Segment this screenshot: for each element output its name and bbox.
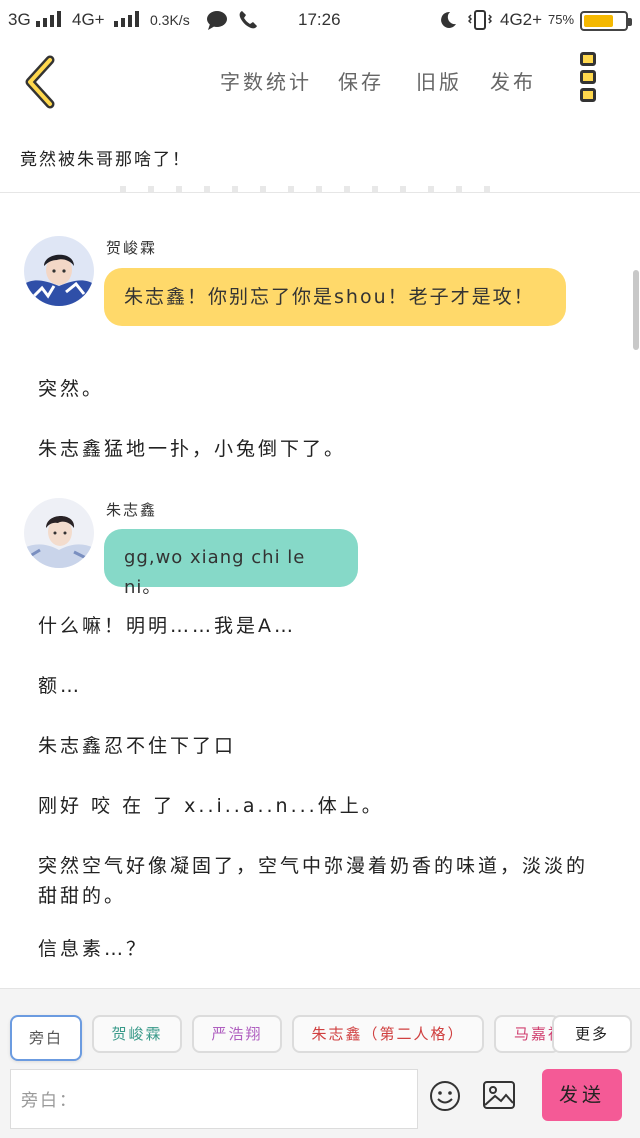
back-button[interactable] (20, 54, 64, 110)
old-version-button[interactable]: 旧版 (416, 66, 462, 95)
narration-text[interactable]: 额… (38, 671, 82, 701)
battery-icon (580, 11, 632, 31)
character-chip[interactable]: 马嘉祺 (494, 1015, 560, 1053)
avatar[interactable] (24, 498, 94, 568)
do-not-disturb-icon (438, 10, 458, 35)
signal-icon (114, 10, 140, 30)
image-icon[interactable] (482, 1079, 516, 1115)
more-menu-button[interactable] (578, 52, 600, 110)
chapter-title[interactable]: 竟然被朱哥那啥了！ (20, 145, 191, 170)
network-type-2: 4G+ (72, 10, 105, 29)
avatar[interactable] (24, 236, 94, 306)
word-count-button[interactable]: 字数统计 (220, 66, 312, 95)
menu-dot-icon (580, 70, 596, 84)
signal-icon (36, 10, 62, 30)
vibrate-icon (467, 10, 493, 35)
phone-icon (238, 10, 258, 35)
network-speed: 0.3K/s (150, 12, 190, 28)
character-chip[interactable]: 贺峻霖 (92, 1015, 182, 1053)
clock: 17:26 (298, 10, 341, 29)
chevron-left-icon (25, 55, 55, 109)
dialogue-bubble[interactable]: gg,wo xiang chi le ni。 (104, 529, 358, 598)
battery-tip (628, 18, 632, 26)
status-bar: 3G 4G+ 0.3K/s 17:26 4G2+ 75% (0, 0, 640, 40)
character-chip-narrator[interactable]: 旁白 (10, 1015, 82, 1061)
narration-text[interactable]: 突然。 (38, 374, 104, 404)
dialogue-bubble[interactable]: 朱志鑫！你别忘了你是shou！老子才是攻！ (104, 268, 566, 326)
character-chip[interactable]: 朱志鑫（第二人格） (292, 1015, 484, 1053)
narration-text[interactable]: 刚好 咬 在 了 x..i..a..n...体上。 (38, 791, 384, 821)
narration-text[interactable]: 朱志鑫猛地一扑，小兔倒下了。 (38, 434, 346, 464)
battery-fill (584, 15, 613, 27)
input-panel: 旁白 贺峻霖 严浩翔 朱志鑫（第二人格） 马嘉祺 更多 旁白： 发送 (0, 988, 640, 1138)
publish-button[interactable]: 发布 (490, 66, 536, 95)
more-characters-button[interactable]: 更多 (552, 1015, 632, 1053)
menu-dot-icon (580, 52, 596, 66)
network-type-1: 3G (8, 10, 31, 29)
message-icon (206, 10, 228, 35)
character-name: 贺峻霖 (106, 239, 158, 257)
network-type-3: 4G2+ (500, 10, 543, 29)
battery-percent: 75% (548, 12, 575, 27)
menu-dot-icon (580, 88, 596, 102)
send-button[interactable]: 发送 (542, 1069, 622, 1121)
divider (0, 192, 640, 193)
message-input[interactable]: 旁白： (10, 1069, 418, 1129)
narration-text[interactable]: 信息素…？ (38, 934, 148, 964)
save-button[interactable]: 保存 (338, 66, 384, 95)
narration-text[interactable]: 突然空气好像凝固了，空气中弥漫着奶香的味道，淡淡的甜甜的。 (38, 851, 598, 911)
editor-toolbar: 字数统计 保存 旧版 发布 (0, 40, 640, 128)
smile-icon[interactable] (428, 1079, 462, 1117)
character-name: 朱志鑫 (106, 501, 158, 519)
scrollbar[interactable] (633, 270, 639, 350)
narration-text[interactable]: 朱志鑫忍不住下了口 (38, 731, 236, 761)
narration-text[interactable]: 什么嘛！明明……我是A… (38, 611, 296, 641)
character-chip[interactable]: 严浩翔 (192, 1015, 282, 1053)
